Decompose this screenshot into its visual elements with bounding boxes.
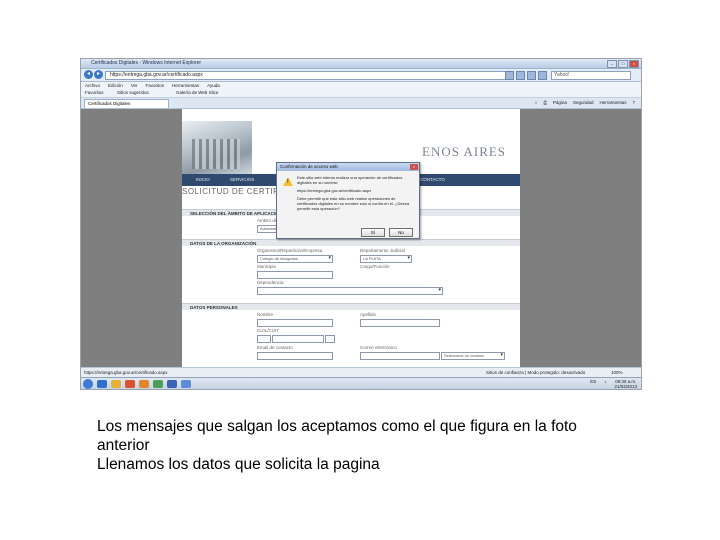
windows-taskbar: ES ♪ 09:30 a.m. 21/04/2013 <box>81 377 641 389</box>
refresh-icon[interactable] <box>527 71 536 80</box>
municipio-label: Municipio <box>257 264 277 269</box>
caption-line-1: Los mensajes que salgan los aceptamos co… <box>97 418 577 435</box>
municipio-field[interactable] <box>257 271 333 279</box>
cmd-herramientas[interactable]: Herramientas <box>599 99 626 107</box>
forward-icon[interactable]: ▸ <box>94 70 103 79</box>
help-icon[interactable]: ? <box>632 99 635 107</box>
clock-date: 21/04/2013 <box>614 384 637 389</box>
chrome-taskbar-icon[interactable] <box>153 380 163 388</box>
cuil-prefix-field[interactable] <box>257 335 271 343</box>
command-bar: ⌂ ⎙ Página Seguridad Herramientas ? <box>535 99 635 107</box>
cuil-label: CUIL/CUIT <box>257 328 280 333</box>
address-row: ◂ ▸ https://entrega.gba.gov.ar/certifica… <box>81 69 641 82</box>
address-bar[interactable]: https://entrega.gba.gov.ar/certificado.a… <box>105 71 506 80</box>
firefox-taskbar-icon[interactable] <box>139 380 149 388</box>
cuil-check-field[interactable] <box>325 335 335 343</box>
caption-line-2: anterior <box>97 437 150 454</box>
menu-archivo[interactable]: Archivo <box>85 82 100 89</box>
menu-ayuda[interactable]: Ayuda <box>207 82 220 89</box>
dialog-title-text: Confirmación de acceso web <box>280 164 338 169</box>
building-photo <box>182 121 252 174</box>
organismo-label: Organismo/Repartición/Empresa <box>257 248 323 253</box>
dialog-line-2: https://entrega.gba.gov.ar/certificado.a… <box>297 188 372 193</box>
word-taskbar-icon[interactable] <box>167 380 177 388</box>
tab-certificados[interactable]: Certificados Digitales <box>84 99 169 108</box>
language-indicator[interactable]: ES <box>590 379 596 389</box>
fav-suggested-sites[interactable]: Sitios sugeridos <box>117 89 149 97</box>
caption-line-3: Llenamos los datos que solicita la pagin… <box>97 456 380 473</box>
volume-icon[interactable]: ♪ <box>604 379 606 389</box>
cuil-number-field[interactable] <box>272 335 324 343</box>
cmd-pagina[interactable]: Página <box>553 99 567 107</box>
maximize-button[interactable]: □ <box>618 60 628 68</box>
departamento-select[interactable]: LA PLATA <box>360 255 412 263</box>
screenshot-frame: Certificados Digitales - Windows Interne… <box>80 58 642 390</box>
cargo-label: Cargo/Función <box>360 264 390 269</box>
home-icon[interactable]: ⌂ <box>535 99 538 107</box>
dialog-yes-button[interactable]: Sí <box>361 228 385 237</box>
nombre-field[interactable] <box>257 319 333 327</box>
nav-contacto[interactable]: CONTACTO <box>420 177 445 182</box>
system-tray: ES ♪ 09:30 a.m. 21/04/2013 <box>590 379 637 389</box>
correo-field[interactable] <box>360 352 440 360</box>
nombre-label: Nombre <box>257 312 274 317</box>
favorites-button[interactable]: Favoritos <box>85 89 104 97</box>
slide-caption: Los mensajes que salgan los aceptamos co… <box>97 417 697 474</box>
window-titlebar: Certificados Digitales - Windows Interne… <box>81 59 641 69</box>
fav-web-slice[interactable]: Galería de Web Slice <box>176 89 218 97</box>
section-organizacion: DATOS DE LA ORGANIZACIÓN <box>182 239 520 246</box>
status-bar: https://entrega.gba.gov.ar/certificado.a… <box>81 367 641 377</box>
search-input[interactable]: Yahoo! <box>551 71 631 80</box>
menu-bar: Archivo Edición Ver Favoritos Herramient… <box>81 82 641 89</box>
status-url: https://entrega.gba.gov.ar/certificado.a… <box>84 370 168 375</box>
section-personales: DATOS PERSONALES <box>182 303 520 310</box>
dialog-title: Confirmación de acceso web × <box>277 163 419 171</box>
cmd-seguridad[interactable]: Seguridad <box>573 99 594 107</box>
lock-icon[interactable] <box>505 71 514 80</box>
apellido-label: Apellido <box>360 312 377 317</box>
apellido-field[interactable] <box>360 319 440 327</box>
browser-content: ENOS AIRES INICIO SERVICIOS LEGISLACIÓN … <box>81 109 641 367</box>
clock[interactable]: 09:30 a.m. 21/04/2013 <box>614 379 637 389</box>
window-title: Certificados Digitales - Windows Interne… <box>91 60 202 66</box>
print-icon[interactable]: ⎙ <box>543 99 547 107</box>
nav-inicio[interactable]: INICIO <box>196 177 210 182</box>
dialog-line-1: Este sitio web intenta realizar una oper… <box>297 175 403 185</box>
dialog-close-button[interactable]: × <box>410 164 418 170</box>
dependencia-select[interactable] <box>257 287 443 295</box>
stop-icon[interactable] <box>538 71 547 80</box>
close-window-button[interactable]: × <box>629 60 639 68</box>
menu-ver[interactable]: Ver <box>131 82 138 89</box>
network-taskbar-icon[interactable] <box>181 380 191 388</box>
favorites-bar: Favoritos Sitios sugeridos Galería de We… <box>81 89 641 98</box>
dependencia-label: Dependencia <box>257 280 284 285</box>
correo-label: Correo electrónico <box>360 345 397 350</box>
security-dialog: Confirmación de acceso web × Este sitio … <box>276 162 420 239</box>
menu-favoritos[interactable]: Favoritos <box>146 82 165 89</box>
dialog-message: Este sitio web intenta realizar una oper… <box>297 175 413 214</box>
departamento-label: Departamento Judicial <box>360 248 405 253</box>
compat-view-icon[interactable] <box>516 71 525 80</box>
organismo-select[interactable]: Colegio de Abogados <box>257 255 333 263</box>
folder-taskbar-icon[interactable] <box>111 380 121 388</box>
warning-icon <box>283 177 293 186</box>
correo-domain-select[interactable]: Seleccione un dominio <box>441 352 505 360</box>
back-icon[interactable]: ◂ <box>84 70 93 79</box>
nav-servicios[interactable]: SERVICIOS <box>230 177 254 182</box>
dialog-no-button[interactable]: No <box>389 228 413 237</box>
start-button[interactable] <box>83 379 93 389</box>
menu-herramientas[interactable]: Herramientas <box>172 82 199 89</box>
media-taskbar-icon[interactable] <box>125 380 135 388</box>
ie-taskbar-icon[interactable] <box>97 380 107 388</box>
tab-row: Certificados Digitales ⌂ ⎙ Página Seguri… <box>81 98 641 109</box>
dialog-line-3: Debe permitir que este sitio web realice… <box>297 196 410 211</box>
menu-edicion[interactable]: Edición <box>108 82 123 89</box>
status-zoom[interactable]: 100% <box>611 368 623 377</box>
status-zone: Sitios de confianza | Modo protegido: de… <box>486 370 586 375</box>
minimize-button[interactable]: – <box>607 60 617 68</box>
email-label: Email de contacto <box>257 345 293 350</box>
site-logo: ENOS AIRES <box>422 144 507 159</box>
email-field[interactable] <box>257 352 333 360</box>
